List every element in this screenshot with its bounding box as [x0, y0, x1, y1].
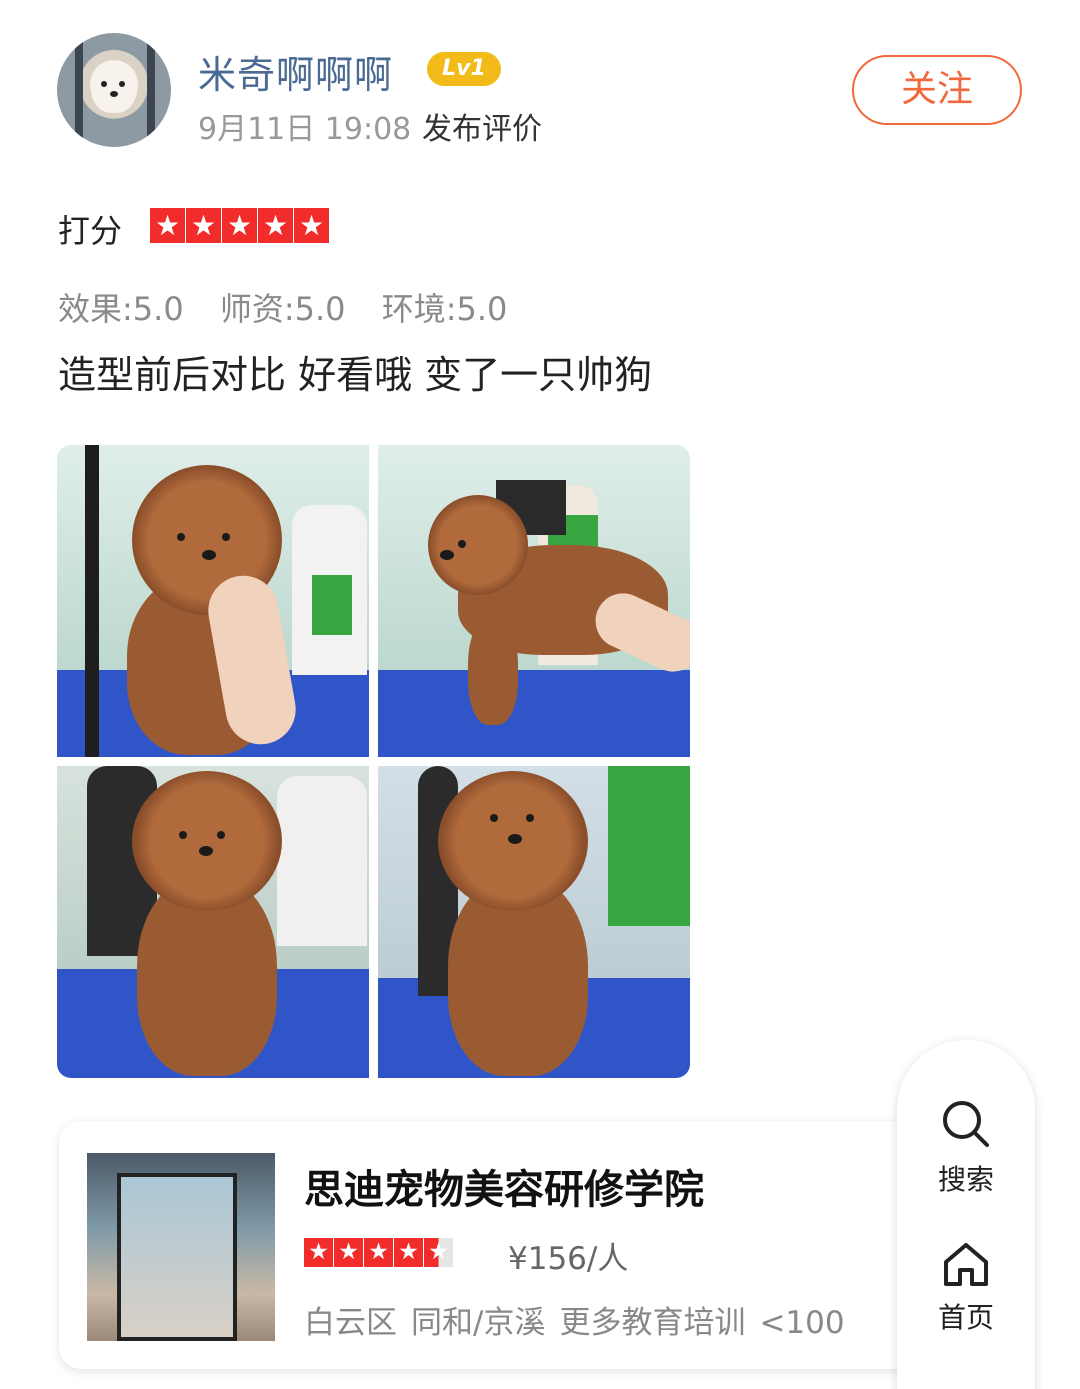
username[interactable]: 米奇啊啊啊 — [198, 44, 393, 99]
star-icon: ★ — [186, 208, 221, 243]
star-icon: ★ — [222, 208, 257, 243]
sub-rating-effect: 效果:5.0 — [58, 290, 184, 328]
star-icon: ★ — [150, 208, 185, 243]
nav-search-button[interactable]: 搜索 — [897, 1098, 1035, 1198]
nav-home-label: 首页 — [937, 1301, 994, 1334]
shop-rating-stars: ★ ★ ★ ★ ★ — [304, 1238, 453, 1267]
shop-name[interactable]: 思迪宠物美容研修学院 — [304, 1157, 704, 1215]
half-star-icon: ★ — [424, 1238, 453, 1267]
review-photo[interactable] — [57, 766, 369, 1078]
post-timestamp: 9月11日 19:08 — [198, 112, 412, 147]
shop-card[interactable]: 思迪宠物美容研修学院 ★ ★ ★ ★ ★ ¥156/人 白云区 同和/京溪 更多教育… — [59, 1121, 939, 1369]
review-photo[interactable] — [57, 445, 369, 757]
review-photo-grid — [57, 445, 690, 1078]
level-badge: Lv1 — [427, 52, 501, 86]
review-comment: 造型前后对比 好看哦 变了一只帅狗 — [58, 353, 653, 397]
shop-district: 白云区 — [304, 1305, 397, 1341]
shop-category: 更多教育培训 — [559, 1305, 746, 1341]
search-icon — [943, 1101, 989, 1147]
star-icon: ★ — [334, 1238, 363, 1267]
sub-ratings: 效果:5.0 师资:5.0 环境:5.0 — [58, 284, 533, 330]
star-icon: ★ — [304, 1238, 333, 1267]
shop-meta: 白云区 同和/京溪 更多教育培训 <100 — [304, 1297, 934, 1342]
review-photo[interactable] — [378, 445, 690, 757]
shop-price: ¥156/人 — [508, 1241, 629, 1277]
floating-nav: 搜索 首页 — [897, 1040, 1035, 1389]
shop-distance: <100 — [759, 1305, 845, 1341]
user-avatar[interactable] — [57, 33, 171, 147]
star-icon: ★ — [258, 208, 293, 243]
post-action-text: 发布评价 — [422, 112, 542, 147]
star-icon: ★ — [364, 1238, 393, 1267]
star-icon: ★ — [294, 208, 329, 243]
sub-rating-teachers: 师资:5.0 — [219, 290, 346, 328]
home-icon — [944, 1243, 988, 1286]
shop-thumbnail — [87, 1153, 275, 1341]
sub-rating-environment: 环境:5.0 — [381, 290, 508, 328]
review-photo[interactable] — [378, 766, 690, 1078]
star-icon: ★ — [394, 1238, 423, 1267]
nav-home-button[interactable]: 首页 — [897, 1240, 1035, 1336]
shop-area: 同和/京溪 — [411, 1305, 546, 1341]
rating-stars: ★ ★ ★ ★ ★ — [150, 208, 329, 243]
score-label: 打分 — [58, 212, 123, 250]
nav-search-label: 搜索 — [937, 1163, 994, 1196]
follow-button[interactable]: 关注 — [852, 55, 1022, 125]
